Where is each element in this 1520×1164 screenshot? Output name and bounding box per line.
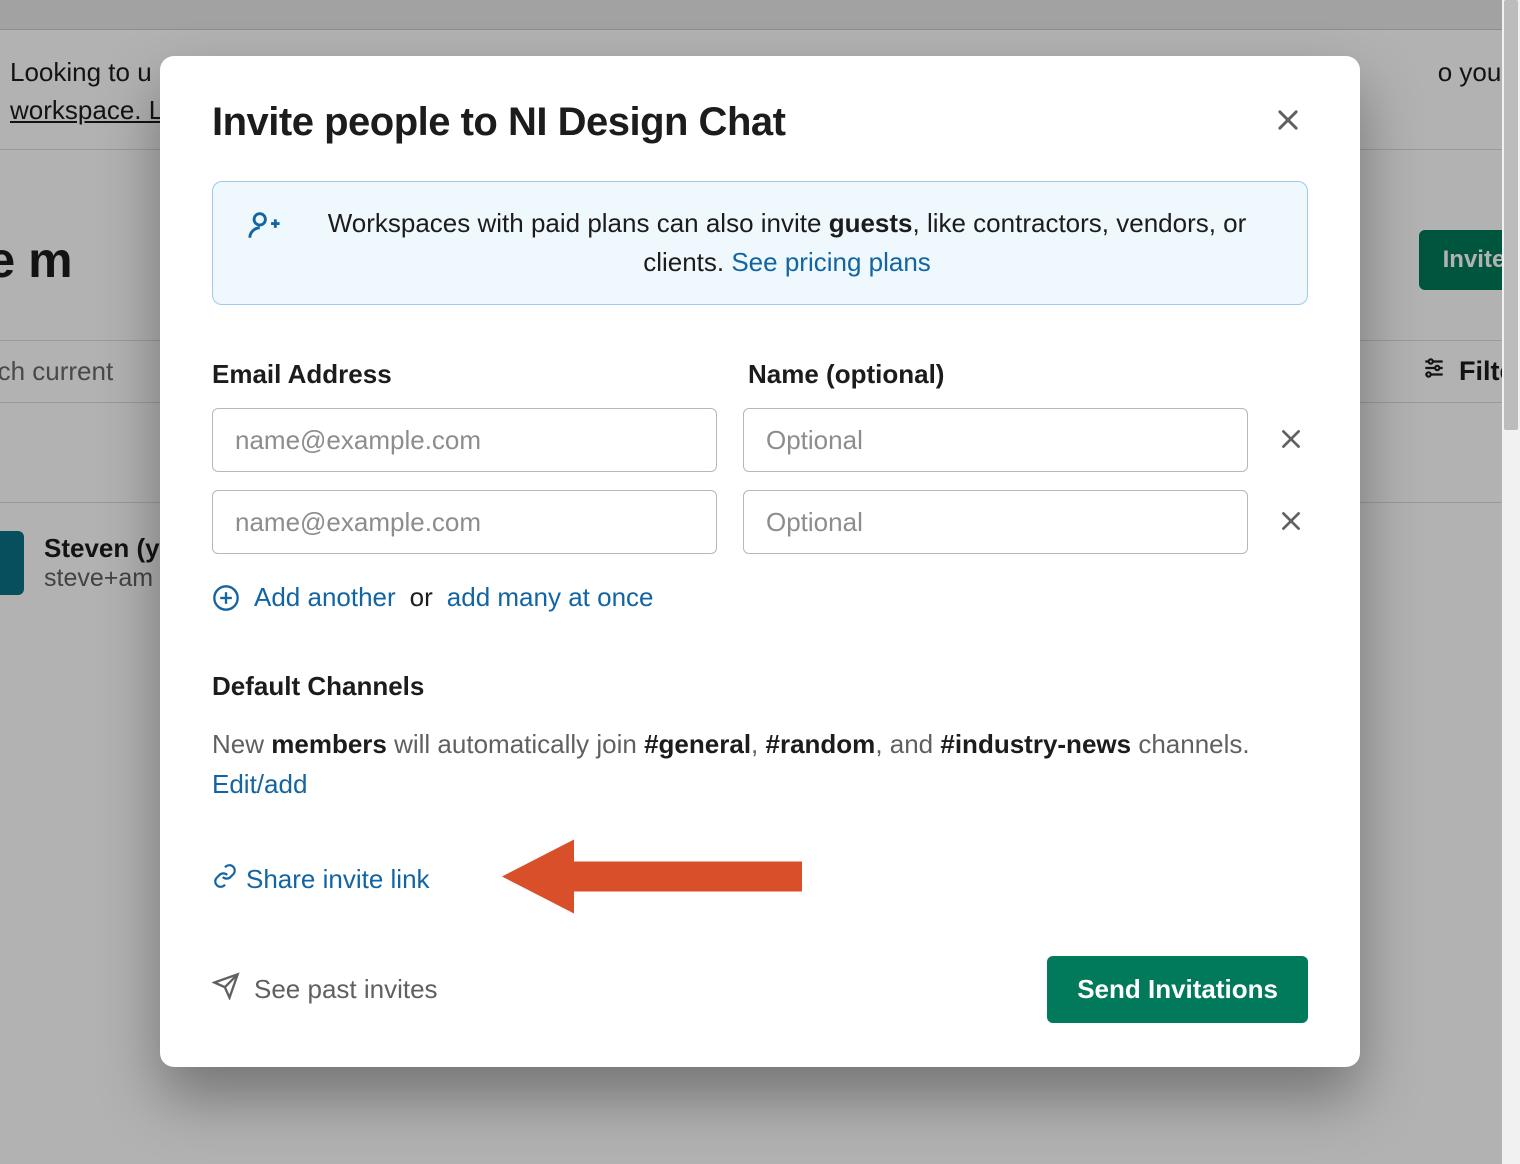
add-another-row: Add another or add many at once xyxy=(212,582,1308,613)
banner-text-pre: Workspaces with paid plans can also invi… xyxy=(328,208,829,238)
invite-row xyxy=(212,408,1308,472)
remove-row-button[interactable] xyxy=(1274,422,1308,459)
default-channels-title: Default Channels xyxy=(212,671,1308,702)
close-icon xyxy=(1278,440,1304,455)
dc-s2: , and xyxy=(875,729,940,759)
dc-c2: #random xyxy=(766,729,876,759)
dc-post: channels. xyxy=(1131,729,1250,759)
scrollbar-track[interactable] xyxy=(1502,0,1520,1164)
default-channels-text: New members will automatically join #gen… xyxy=(212,724,1308,805)
plus-circle-icon xyxy=(212,584,240,612)
email-field[interactable] xyxy=(212,490,717,554)
link-icon xyxy=(212,863,238,896)
annotation-arrow-icon xyxy=(502,832,812,927)
send-invitations-button[interactable]: Send Invitations xyxy=(1047,956,1308,1023)
dc-mid: will automatically join xyxy=(387,729,644,759)
name-field[interactable] xyxy=(743,408,1248,472)
dc-pre: New xyxy=(212,729,271,759)
email-field[interactable] xyxy=(212,408,717,472)
banner-text-bold: guests xyxy=(829,208,913,238)
close-icon xyxy=(1278,522,1304,537)
invite-row xyxy=(212,490,1308,554)
share-invite-label: Share invite link xyxy=(246,864,430,895)
scrollbar-thumb[interactable] xyxy=(1504,0,1518,430)
add-many-link[interactable]: add many at once xyxy=(447,582,654,613)
paper-plane-icon xyxy=(212,972,240,1007)
close-icon xyxy=(1274,122,1302,137)
email-label: Email Address xyxy=(212,359,722,390)
pricing-plans-link[interactable]: See pricing plans xyxy=(731,247,930,277)
see-past-invites-link[interactable]: See past invites xyxy=(212,972,438,1007)
paid-plan-banner: Workspaces with paid plans can also invi… xyxy=(212,181,1308,305)
close-button[interactable] xyxy=(1268,100,1308,143)
modal-title: Invite people to NI Design Chat xyxy=(212,100,785,145)
share-invite-link[interactable]: Share invite link xyxy=(212,863,430,896)
remove-row-button[interactable] xyxy=(1274,504,1308,541)
name-label: Name (optional) xyxy=(748,359,944,390)
dc-s1: , xyxy=(751,729,765,759)
dc-c3: #industry-news xyxy=(940,729,1131,759)
or-separator: or xyxy=(410,582,433,613)
name-field[interactable] xyxy=(743,490,1248,554)
invite-modal: Invite people to NI Design Chat Workspac… xyxy=(160,56,1360,1067)
edit-channels-link[interactable]: Edit/add xyxy=(212,769,307,799)
dc-members: members xyxy=(271,729,387,759)
person-add-icon xyxy=(247,208,281,253)
past-invites-label: See past invites xyxy=(254,974,438,1005)
add-another-link[interactable]: Add another xyxy=(254,582,396,613)
dc-c1: #general xyxy=(644,729,751,759)
